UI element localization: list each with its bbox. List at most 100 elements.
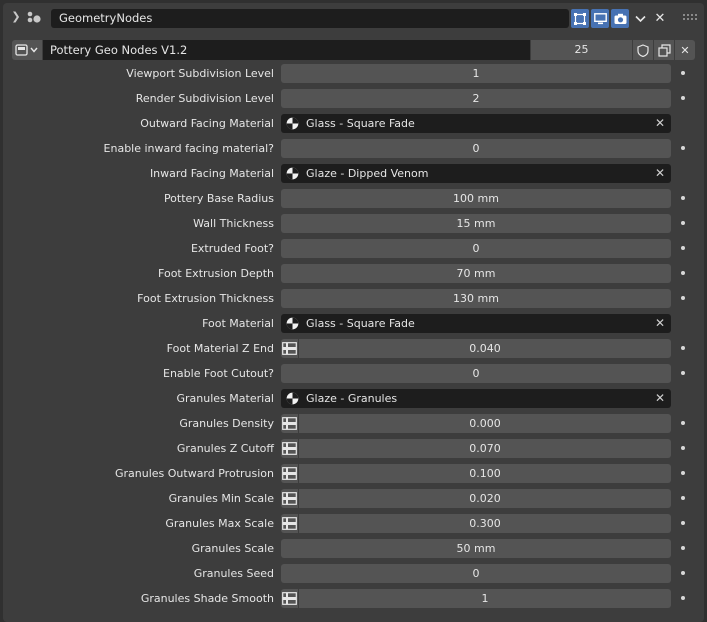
node-group-selector: Pottery Geo Nodes V1.2 25 ✕ [12, 40, 695, 60]
attribute-toggle-button[interactable] [281, 339, 298, 358]
keyframe-dot-icon[interactable] [681, 71, 685, 75]
input-row: Pottery Base Radius 100 mm [3, 188, 704, 209]
keyframe-dot-icon[interactable] [681, 546, 685, 550]
input-row: Foot Material Glass - Square Fade ✕ [3, 313, 704, 334]
input-row: Wall Thickness 15 mm [3, 213, 704, 234]
value-field[interactable]: 130 mm [281, 289, 671, 308]
material-field[interactable]: Glaze - Granules ✕ [281, 389, 671, 408]
keyframe-dot-icon[interactable] [681, 571, 685, 575]
keyframe-dot-icon[interactable] [681, 146, 685, 150]
keyframe-dot-icon[interactable] [681, 96, 685, 100]
keyframe-dot-icon[interactable] [681, 446, 685, 450]
duplicate-icon [657, 43, 671, 57]
edit-mode-toggle[interactable] [571, 9, 589, 28]
attribute-toggle-icon [282, 492, 297, 505]
users-count[interactable]: 25 [531, 40, 632, 60]
node-group-name-field[interactable]: Pottery Geo Nodes V1.2 [43, 40, 530, 60]
clear-material-icon[interactable]: ✕ [655, 314, 665, 333]
modifier-panel: ❯ GeometryNodes ✕ Pottery Geo Nodes V1.2… [3, 3, 704, 622]
input-label: Granules Min Scale [168, 492, 274, 505]
value-field[interactable]: 0 [281, 239, 671, 258]
input-label: Pottery Base Radius [163, 192, 274, 205]
input-row: Enable inward facing material? 0 [3, 138, 704, 159]
value-field[interactable]: 100 mm [281, 189, 671, 208]
input-label: Viewport Subdivision Level [126, 67, 274, 80]
material-icon [286, 317, 299, 330]
attribute-toggle-button[interactable] [281, 489, 298, 508]
value-field[interactable]: 1 [281, 64, 671, 83]
dropdown-icon[interactable] [631, 9, 649, 28]
value-field[interactable]: 50 mm [281, 539, 671, 558]
input-row: Granules Density 0.000 [3, 413, 704, 434]
value-field[interactable]: 15 mm [281, 214, 671, 233]
input-label: Granules Material [176, 392, 274, 405]
keyframe-dot-icon[interactable] [681, 471, 685, 475]
value-field[interactable]: 0.100 [299, 464, 671, 483]
value-field[interactable]: 0 [281, 564, 671, 583]
attribute-toggle-button[interactable] [281, 414, 298, 433]
input-row: Granules Min Scale 0.020 [3, 488, 704, 509]
material-name: Glaze - Granules [306, 392, 398, 405]
material-name: Glass - Square Fade [306, 117, 415, 130]
keyframe-dot-icon[interactable] [681, 271, 685, 275]
value-field[interactable]: 0.020 [299, 489, 671, 508]
keyframe-dot-icon[interactable] [681, 596, 685, 600]
value-field[interactable]: 2 [281, 89, 671, 108]
value-field[interactable]: 70 mm [281, 264, 671, 283]
value-field[interactable]: 0 [281, 364, 671, 383]
keyframe-dot-icon[interactable] [681, 421, 685, 425]
material-name: Glass - Square Fade [306, 317, 415, 330]
value-field[interactable]: 0.000 [299, 414, 671, 433]
input-row: Granules Max Scale 0.300 [3, 513, 704, 534]
close-icon[interactable]: ✕ [651, 9, 669, 28]
clear-material-icon[interactable]: ✕ [655, 114, 665, 133]
drag-handle-icon[interactable] [683, 14, 697, 22]
viewport-toggle[interactable] [591, 9, 609, 28]
attribute-toggle-button[interactable] [281, 514, 298, 533]
clear-material-icon[interactable]: ✕ [655, 164, 665, 183]
keyframe-dot-icon[interactable] [681, 371, 685, 375]
node-tree-browse-button[interactable] [12, 40, 42, 60]
material-field[interactable]: Glass - Square Fade ✕ [281, 114, 671, 133]
attribute-toggle-icon [282, 467, 297, 480]
clear-material-icon[interactable]: ✕ [655, 389, 665, 408]
material-field[interactable]: Glaze - Dipped Venom ✕ [281, 164, 671, 183]
attribute-toggle-button[interactable] [281, 439, 298, 458]
render-toggle[interactable] [611, 9, 629, 28]
input-label: Foot Extrusion Depth [158, 267, 274, 280]
value-field[interactable]: 0.040 [299, 339, 671, 358]
material-field[interactable]: Glass - Square Fade ✕ [281, 314, 671, 333]
attribute-toggle-icon [282, 417, 297, 430]
value-field[interactable]: 0.070 [299, 439, 671, 458]
input-row: Granules Scale 50 mm [3, 538, 704, 559]
attribute-toggle-icon [282, 592, 297, 605]
attribute-toggle-button[interactable] [281, 464, 298, 483]
attribute-toggle-button[interactable] [281, 589, 298, 608]
collapse-chevron-icon[interactable]: ❯ [9, 10, 23, 24]
material-icon [286, 117, 299, 130]
value-field[interactable]: 0 [281, 139, 671, 158]
keyframe-dot-icon[interactable] [681, 246, 685, 250]
input-row: Extruded Foot? 0 [3, 238, 704, 259]
input-label: Inward Facing Material [149, 167, 274, 180]
keyframe-dot-icon[interactable] [681, 346, 685, 350]
input-row: Render Subdivision Level 2 [3, 88, 704, 109]
input-row: Granules Shade Smooth 1 [3, 588, 704, 609]
duplicate-button[interactable] [654, 40, 674, 60]
modifier-name-input[interactable]: GeometryNodes [51, 9, 569, 28]
attribute-toggle-icon [282, 517, 297, 530]
input-label: Enable inward facing material? [103, 142, 274, 155]
keyframe-dot-icon[interactable] [681, 521, 685, 525]
value-field[interactable]: 0.300 [299, 514, 671, 533]
keyframe-dot-icon[interactable] [681, 196, 685, 200]
input-row: Inward Facing Material Glaze - Dipped Ven… [3, 163, 704, 184]
unlink-button[interactable]: ✕ [675, 40, 695, 60]
value-field[interactable]: 1 [299, 589, 671, 608]
material-icon [286, 392, 299, 405]
keyframe-dot-icon[interactable] [681, 221, 685, 225]
render-icon [614, 13, 626, 24]
keyframe-dot-icon[interactable] [681, 296, 685, 300]
material-icon [286, 167, 299, 180]
fake-user-button[interactable] [633, 40, 653, 60]
keyframe-dot-icon[interactable] [681, 496, 685, 500]
